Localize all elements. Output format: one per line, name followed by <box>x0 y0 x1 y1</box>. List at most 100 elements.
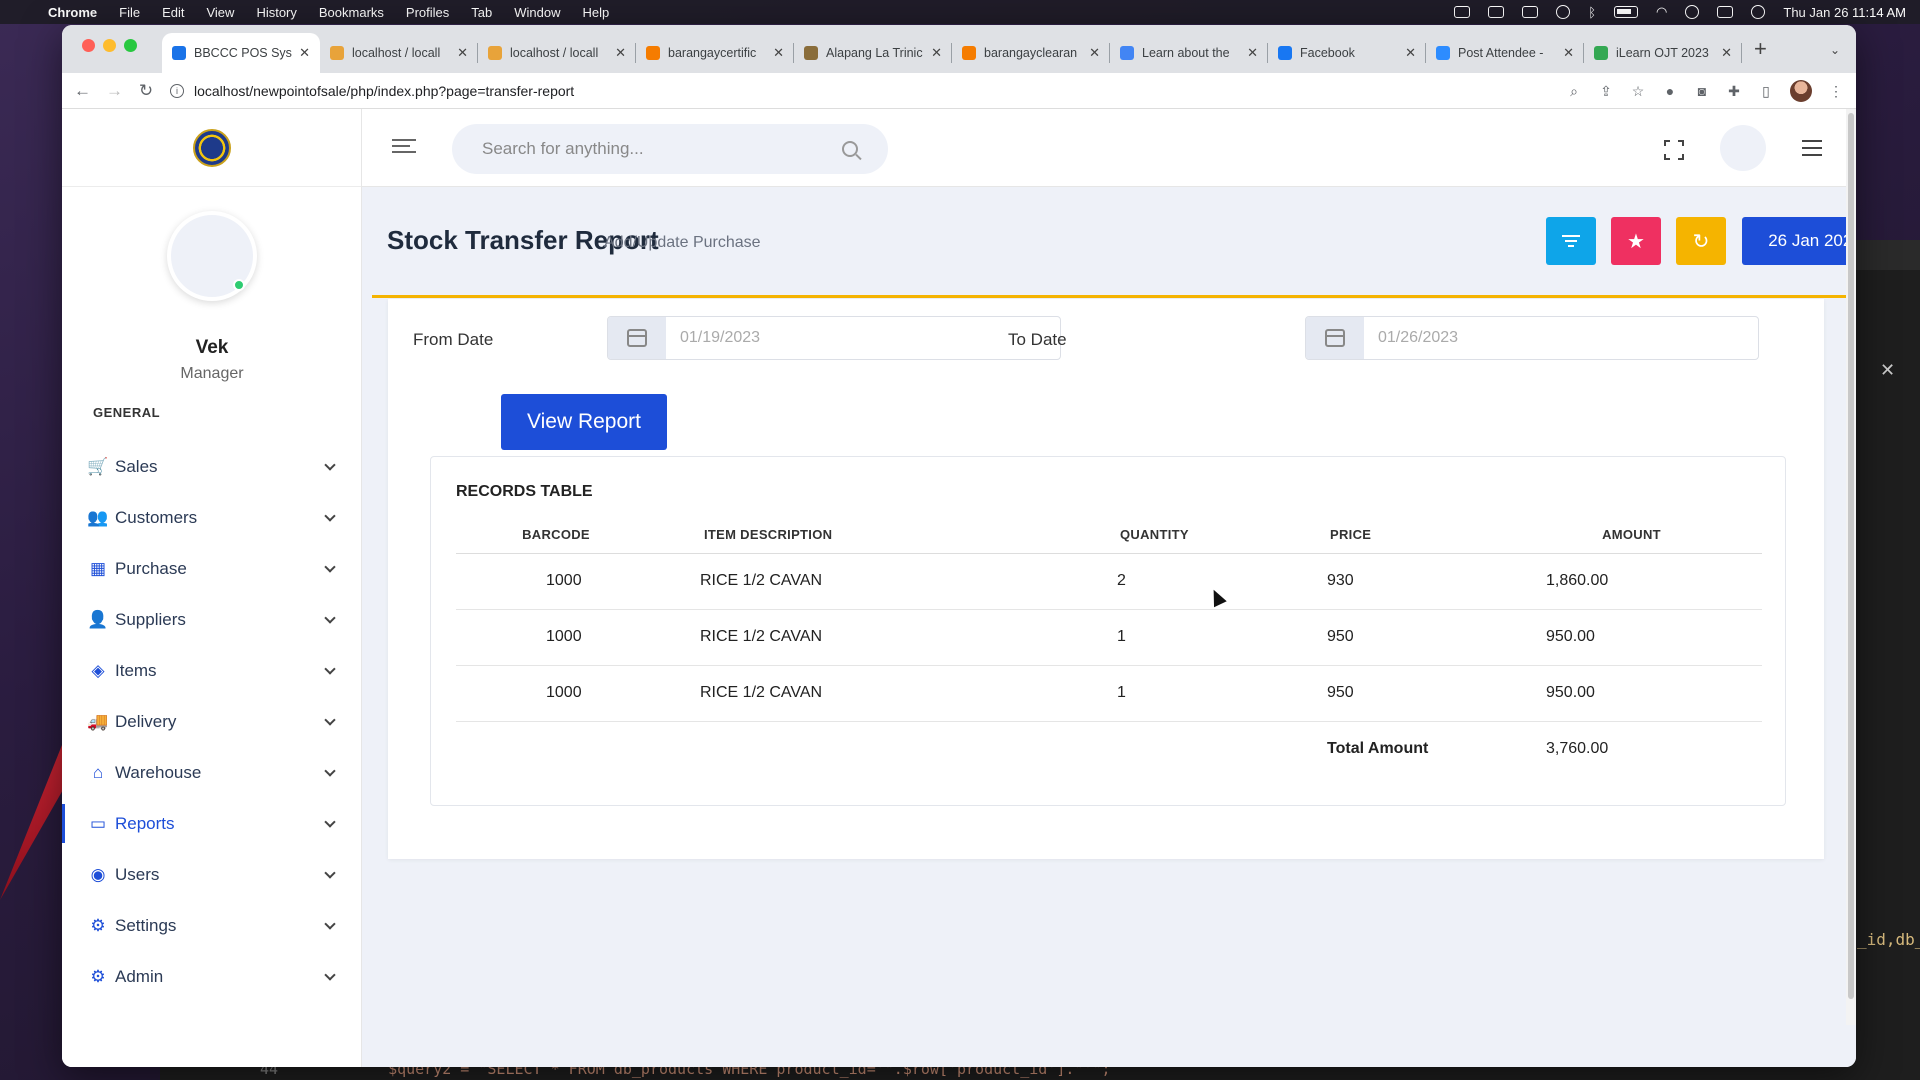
display-icon[interactable] <box>1488 6 1505 18</box>
to-date-value[interactable]: 01/26/2023 <box>1364 329 1458 347</box>
tab-title[interactable]: Learn about the <box>1142 46 1241 60</box>
search-bar[interactable]: Search for anything... <box>452 124 888 174</box>
tab-title[interactable]: BBCCC POS Sys <box>194 46 293 60</box>
from-date-value[interactable]: 01/19/2023 <box>666 329 760 347</box>
sidebar-item-admin[interactable]: ⚙ Admin <box>62 951 362 1002</box>
sidebar-item-purchase[interactable]: ▦ Purchase <box>62 543 362 594</box>
extension-v-icon[interactable]: ● <box>1662 83 1678 99</box>
menu-profiles[interactable]: Profiles <box>406 5 449 20</box>
sidebar-item-sales[interactable]: 🛒 Sales <box>62 441 362 492</box>
clock[interactable]: Thu Jan 26 11:14 AM <box>1783 5 1906 20</box>
control-center-icon[interactable] <box>1717 6 1734 18</box>
menu-bookmarks[interactable]: Bookmarks <box>319 5 384 20</box>
browser-tab[interactable]: BBCCC POS Sys ✕ <box>162 33 320 73</box>
menu-tab[interactable]: Tab <box>471 5 492 20</box>
site-info-icon[interactable]: i <box>170 83 184 98</box>
puzzle-icon[interactable]: ✚ <box>1726 83 1742 99</box>
refresh-button[interactable]: ↻ <box>1676 217 1726 265</box>
sidebar-item-suppliers[interactable]: 👤 Suppliers <box>62 594 362 645</box>
sidepanel-icon[interactable]: ▯ <box>1758 83 1774 99</box>
menu-edit[interactable]: Edit <box>162 5 184 20</box>
screen-icon[interactable] <box>1454 6 1471 18</box>
calendar-icon[interactable] <box>1306 317 1364 359</box>
browser-tab[interactable]: barangaycertific ✕ <box>636 33 794 73</box>
scrollbar-thumb[interactable] <box>1848 113 1854 999</box>
browser-tab[interactable]: Facebook ✕ <box>1268 33 1426 73</box>
sidebar-item-delivery[interactable]: 🚚 Delivery <box>62 696 362 747</box>
browser-tab[interactable]: iLearn OJT 2023 ✕ <box>1584 33 1742 73</box>
calendar-icon[interactable] <box>608 317 666 359</box>
menu-window[interactable]: Window <box>514 5 560 20</box>
sidebar-item-users[interactable]: ◉ Users <box>62 849 362 900</box>
tab-close-icon[interactable]: ✕ <box>299 45 310 61</box>
date-button[interactable]: 26 Jan 2023 <box>1742 217 1856 265</box>
tab-search-chevron-icon[interactable]: ⌄ <box>1830 43 1840 57</box>
spotlight-icon[interactable] <box>1685 5 1700 19</box>
tab-close-icon[interactable]: ✕ <box>457 45 468 61</box>
table-row[interactable]: 1000 RICE 1/2 CAVAN 1 950 950.00 <box>456 609 1762 666</box>
column-header-quantity[interactable]: QUANTITY <box>1016 517 1231 554</box>
column-header-barcode[interactable]: BARCODE <box>456 517 656 554</box>
search-icon[interactable] <box>842 141 858 157</box>
address-bar[interactable]: i localhost/newpointofsale/php/index.php… <box>170 77 1566 105</box>
bookmark-star-icon[interactable]: ☆ <box>1630 83 1646 99</box>
wifi-icon[interactable]: ◠ <box>1656 4 1667 20</box>
camera-icon[interactable]: ◙ <box>1694 83 1710 99</box>
filter-button[interactable] <box>1546 217 1596 265</box>
siri-icon[interactable] <box>1751 5 1766 19</box>
sidebar-item-customers[interactable]: 👥 Customers <box>62 492 362 543</box>
tab-title[interactable]: localhost / locall <box>510 46 609 60</box>
window-icon[interactable] <box>1522 6 1539 18</box>
tab-title[interactable]: Facebook <box>1300 46 1399 60</box>
apple-icon[interactable] <box>14 4 28 20</box>
column-header-description[interactable]: ITEM DESCRIPTION <box>656 517 1016 554</box>
back-arrow-icon[interactable]: ← <box>74 81 91 101</box>
from-date-field[interactable]: 01/19/2023 <box>607 316 1061 360</box>
menu-file[interactable]: File <box>119 5 140 20</box>
close-icon[interactable]: ✕ <box>1880 360 1895 381</box>
menu-view[interactable]: View <box>206 5 234 20</box>
minimize-window-button[interactable] <box>103 39 116 52</box>
new-tab-button[interactable]: + <box>1754 36 1767 62</box>
tab-close-icon[interactable]: ✕ <box>615 45 626 61</box>
tab-close-icon[interactable]: ✕ <box>773 45 784 61</box>
menu-help[interactable]: Help <box>583 5 610 20</box>
to-date-field[interactable]: 01/26/2023 <box>1305 316 1759 360</box>
page-scrollbar[interactable] <box>1846 109 1856 1025</box>
tab-title[interactable]: Alapang La Trinic <box>826 46 925 60</box>
tab-title[interactable]: Post Attendee - <box>1458 46 1557 60</box>
sidebar-item-items[interactable]: ◈ Items <box>62 645 362 696</box>
forward-arrow-icon[interactable]: → <box>106 81 123 101</box>
browser-tab[interactable]: localhost / locall ✕ <box>320 33 478 73</box>
user-avatar[interactable] <box>167 211 257 301</box>
tab-close-icon[interactable]: ✕ <box>1405 45 1416 61</box>
column-header-amount[interactable]: AMOUNT <box>1501 517 1762 554</box>
table-row[interactable]: 1000 RICE 1/2 CAVAN 2 930 1,860.00 <box>456 553 1762 610</box>
browser-tab[interactable]: Learn about the ✕ <box>1110 33 1268 73</box>
tab-close-icon[interactable]: ✕ <box>1089 45 1100 61</box>
browser-tab[interactable]: Alapang La Trinic ✕ <box>794 33 952 73</box>
tab-close-icon[interactable]: ✕ <box>1721 45 1732 61</box>
tab-close-icon[interactable]: ✕ <box>1563 45 1574 61</box>
sidebar-toggle-icon[interactable] <box>392 139 416 157</box>
sidebar-item-reports[interactable]: ▭ Reports <box>62 798 362 849</box>
tab-title[interactable]: localhost / locall <box>352 46 451 60</box>
zoom-window-button[interactable] <box>124 39 137 52</box>
tab-title[interactable]: barangaycertific <box>668 46 767 60</box>
column-header-price[interactable]: PRICE <box>1231 517 1501 554</box>
search-input[interactable]: Search for anything... <box>482 139 842 159</box>
url-text[interactable]: localhost/newpointofsale/php/index.php?p… <box>194 83 574 99</box>
menu-app-name[interactable]: Chrome <box>48 5 97 20</box>
view-report-button[interactable]: View Report <box>501 394 667 450</box>
fullscreen-icon[interactable] <box>1664 140 1684 160</box>
moon-icon[interactable] <box>1556 5 1571 19</box>
tab-close-icon[interactable]: ✕ <box>931 45 942 61</box>
battery-icon[interactable] <box>1614 6 1639 18</box>
sidebar-item-settings[interactable]: ⚙ Settings <box>62 900 362 951</box>
tab-title[interactable]: iLearn OJT 2023 <box>1616 46 1715 60</box>
browser-tab[interactable]: localhost / locall ✕ <box>478 33 636 73</box>
menu-history[interactable]: History <box>256 5 296 20</box>
logo-seal-icon[interactable] <box>192 128 231 167</box>
table-row[interactable]: 1000 RICE 1/2 CAVAN 1 950 950.00 <box>456 665 1762 722</box>
tab-title[interactable]: barangayclearan <box>984 46 1083 60</box>
